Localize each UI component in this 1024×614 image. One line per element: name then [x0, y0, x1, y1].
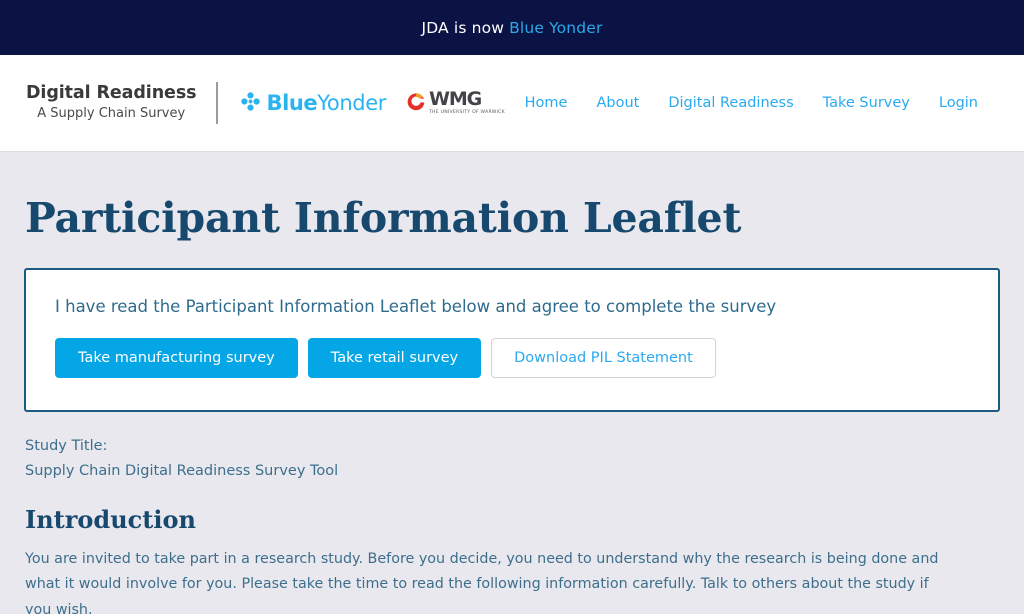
brand-cluster: Digital Readiness A Supply Chain Survey … [26, 82, 505, 124]
wmg-logo[interactable]: WMG THE UNIVERSITY OF WARWICK [406, 90, 505, 116]
blue-yonder-cloverleaf-icon [240, 91, 261, 116]
site-header: Digital Readiness A Supply Chain Survey … [0, 55, 1024, 152]
study-title-label: Study Title: [25, 438, 108, 454]
logo-divider [216, 82, 219, 124]
blue-yonder-word-blue: Blue [266, 91, 318, 115]
study-title-value: Supply Chain Digital Readiness Survey To… [25, 463, 339, 480]
blue-yonder-logo[interactable]: BlueYonder [240, 91, 386, 116]
introduction-paragraph: You are invited to take part in a resear… [25, 550, 939, 614]
logo-subtitle: A Supply Chain Survey [37, 106, 186, 122]
blue-yonder-wordmark: BlueYonder [266, 91, 386, 115]
page-body: Participant Information Leaflet I have r… [0, 194, 1024, 614]
nav-link-take-survey[interactable]: Take Survey [823, 95, 910, 111]
nav-link-login[interactable]: Login [939, 95, 978, 111]
wmg-wordmark: WMG [428, 88, 482, 111]
take-manufacturing-survey-button[interactable]: Take manufacturing survey [55, 338, 298, 378]
blue-yonder-word-yonder: Yonder [317, 91, 386, 115]
consent-button-row: Take manufacturing survey Take retail su… [55, 338, 969, 378]
study-meta: Study Title: Supply Chain Digital Readin… [24, 434, 1000, 485]
consent-card: I have read the Participant Information … [24, 268, 1000, 412]
introduction-heading: Introduction [25, 504, 196, 534]
nav-link-home[interactable]: Home [525, 95, 568, 111]
announcement-bar: JDA is now Blue Yonder [0, 0, 1024, 55]
nav-link-about[interactable]: About [596, 95, 639, 111]
download-pil-statement-button[interactable]: Download PIL Statement [491, 338, 716, 378]
wmg-swirl-icon [406, 91, 427, 116]
take-retail-survey-button[interactable]: Take retail survey [307, 338, 482, 378]
wmg-subtitle: THE UNIVERSITY OF WARWICK [428, 110, 505, 116]
announcement-brand: Blue Yonder [509, 18, 603, 37]
consent-statement: I have read the Participant Information … [55, 297, 777, 316]
main-navigation: Home About Digital Readiness Take Survey… [525, 95, 999, 111]
announcement-prefix: JDA is now [421, 18, 510, 37]
announcement-text: JDA is now Blue Yonder [422, 19, 603, 37]
digital-readiness-logo[interactable]: Digital Readiness A Supply Chain Survey [26, 83, 197, 122]
wmg-text-block: WMG THE UNIVERSITY OF WARWICK [429, 90, 505, 116]
nav-link-digital-readiness[interactable]: Digital Readiness [668, 95, 793, 111]
page-title: Participant Information Leaflet [25, 194, 742, 242]
logo-title: Digital Readiness [26, 83, 197, 104]
